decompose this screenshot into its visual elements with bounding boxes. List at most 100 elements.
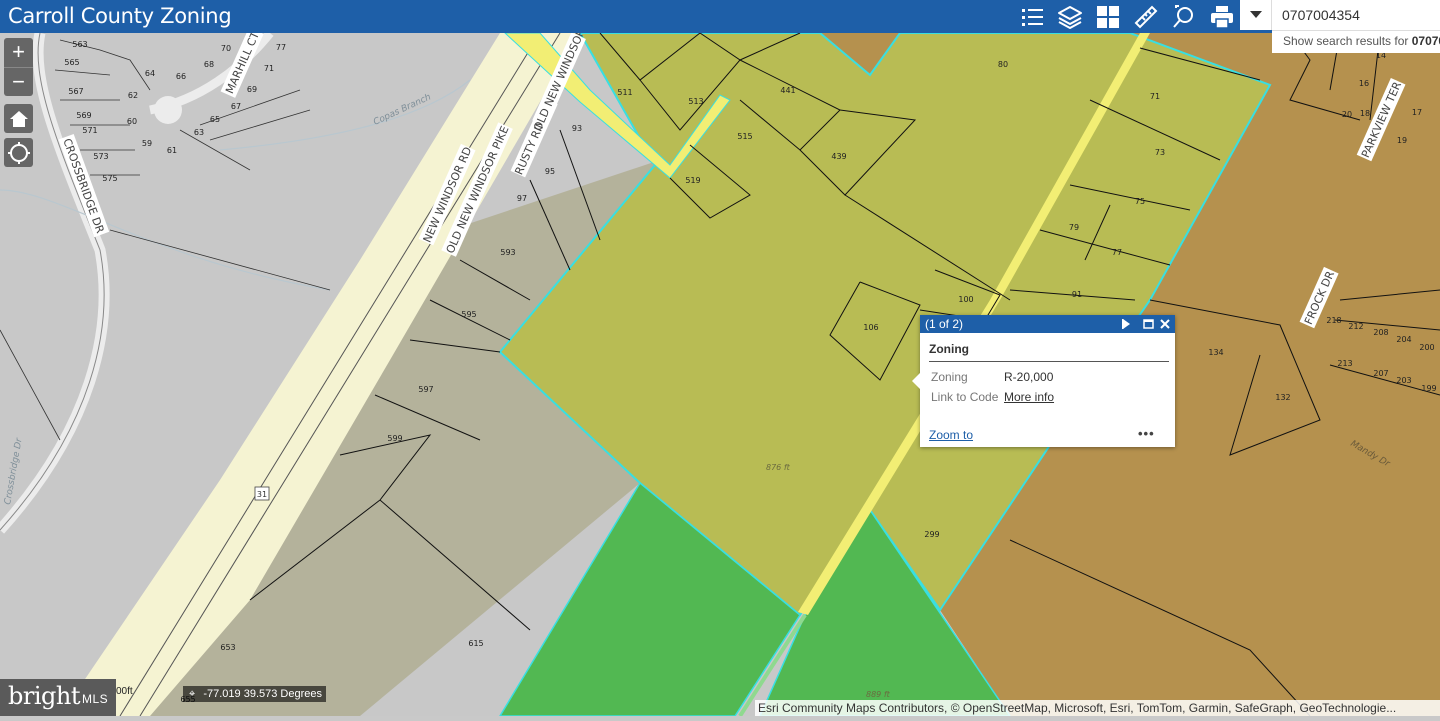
map-svg[interactable]: NEW WINDSOR RD OLD NEW WINDSOR PIKE RUST…: [0, 26, 1440, 718]
parcel-number: 79: [1069, 223, 1079, 232]
parcel-number: 65: [210, 115, 220, 124]
parcel-number: 77: [1112, 248, 1122, 257]
parcel-number: 18: [1360, 109, 1370, 118]
popup-counter: (1 of 2): [925, 317, 964, 331]
parcel-number: 565: [64, 58, 79, 67]
parcel-number: 62: [128, 91, 138, 100]
app-title: Carroll County Zoning: [8, 4, 232, 28]
coordinate-text: -77.019 39.573 Degrees: [203, 688, 322, 700]
popup-maximize-button[interactable]: [1140, 315, 1156, 333]
parcel-number: 69: [247, 85, 257, 94]
popup-pointer: [912, 372, 921, 390]
print-button[interactable]: [1204, 0, 1240, 33]
parcel-number: 80: [998, 60, 1008, 69]
parcel-number: 60: [127, 117, 137, 126]
parcel-number: 515: [737, 132, 752, 141]
locate-button[interactable]: [4, 138, 33, 167]
parcel-number: 575: [102, 174, 117, 183]
parcel-number: 212: [1348, 322, 1363, 331]
parcel-number: 593: [500, 248, 515, 257]
route-shield-number: 31: [257, 490, 267, 499]
search-input[interactable]: [1272, 0, 1440, 30]
popup-field-label: Zoning: [931, 370, 968, 384]
bright-mls-logo: bright MLS: [0, 679, 116, 716]
parcel-number: 567: [68, 87, 83, 96]
parcel-number: 106: [863, 323, 878, 332]
parcel-number: 67: [231, 102, 241, 111]
popup-close-button[interactable]: [1157, 315, 1173, 333]
popup-divider: [929, 361, 1169, 362]
parcel-number: 200: [1419, 343, 1434, 352]
coordinate-readout: ⌖ -77.019 39.573 Degrees: [183, 686, 326, 702]
query-button[interactable]: [1166, 0, 1202, 33]
ruler-icon: [1134, 5, 1158, 28]
parcel-number: 132: [1275, 393, 1290, 402]
list-icon: [1022, 8, 1043, 26]
parcel-number: 95: [545, 167, 555, 176]
popup-row-link: Link to Code More info: [931, 390, 1054, 404]
parcel-number: 571: [82, 126, 97, 135]
parcel-number: 563: [72, 40, 87, 49]
parcel-number: 71: [264, 64, 274, 73]
parcel-number: 511: [617, 88, 632, 97]
parcel-number: 513: [688, 97, 703, 106]
crosshair-icon: ⌖: [189, 688, 196, 700]
parcel-number: 218: [1326, 316, 1341, 325]
brand-suffix: MLS: [82, 692, 109, 706]
identify-popup: (1 of 2) Zoning Zoning R-20,000 Link to C…: [912, 315, 1175, 447]
contour-label: 889 ft: [866, 690, 891, 699]
parcel-number: 203: [1396, 376, 1411, 385]
chevron-down-icon: [1249, 11, 1262, 18]
parcel-number: 63: [194, 128, 204, 137]
parcel-number: 59: [142, 139, 152, 148]
parcel-number: 207: [1373, 369, 1388, 378]
parcel-number: 441: [780, 86, 795, 95]
more-info-link[interactable]: More info: [1004, 390, 1054, 404]
parcel-number: 68: [204, 60, 214, 69]
parcel-number: 75: [1135, 197, 1145, 206]
zoom-in-button[interactable]: +: [4, 38, 33, 68]
close-icon: [1160, 319, 1170, 329]
scale-label: 00ft: [116, 686, 133, 697]
parcel-number: 439: [831, 152, 846, 161]
parcel-number: 519: [685, 176, 700, 185]
parcel-number: 16: [1359, 79, 1369, 88]
search-hint-prefix: Show search results for: [1283, 34, 1409, 48]
popup-more-actions-button[interactable]: •••: [1138, 426, 1155, 441]
search-source-dropdown[interactable]: [1240, 0, 1272, 30]
parcel-number: 653: [220, 643, 235, 652]
map-canvas[interactable]: NEW WINDSOR RD OLD NEW WINDSOR PIKE RUST…: [0, 26, 1440, 718]
zoom-control: + −: [4, 38, 33, 96]
zoom-out-button[interactable]: −: [4, 68, 33, 97]
parcel-number: 208: [1373, 328, 1388, 337]
cul-de-sac: [154, 96, 182, 124]
parcel-number: 77: [276, 43, 286, 52]
parcel-number: 213: [1337, 359, 1352, 368]
parcel-number: 20: [1342, 110, 1352, 119]
search-zoom-icon: [1173, 4, 1193, 28]
parcel-number: 91: [1072, 290, 1082, 299]
layers-icon: [1058, 5, 1082, 29]
contour-label: 876 ft: [766, 463, 791, 472]
parcel-number: 93: [572, 124, 582, 133]
grid-icon: [1097, 5, 1119, 28]
next-arrow-icon: [1122, 319, 1130, 329]
popup-next-button[interactable]: [1118, 315, 1134, 333]
zoom-to-link[interactable]: Zoom to: [929, 428, 973, 442]
home-icon: [9, 110, 28, 127]
parcel-number: 597: [418, 385, 433, 394]
search-suggestion[interactable]: Show search results for 07070...: [1272, 30, 1440, 53]
legend-button[interactable]: [1015, 0, 1051, 33]
parcel-number: 615: [468, 639, 483, 648]
layers-button[interactable]: [1052, 0, 1088, 33]
app-header: Carroll County Zoning: [0, 0, 1440, 33]
home-button[interactable]: [4, 104, 33, 133]
parcel-number: 19: [1397, 136, 1407, 145]
basemap-button[interactable]: [1090, 0, 1126, 33]
parcel-number: 66: [176, 72, 186, 81]
measure-button[interactable]: [1128, 0, 1164, 33]
popup-row-zoning: Zoning R-20,000: [931, 370, 1053, 384]
parcel-number: 61: [167, 146, 177, 155]
parcel-number: 573: [93, 152, 108, 161]
search-hint-term: 07070...: [1411, 34, 1440, 48]
